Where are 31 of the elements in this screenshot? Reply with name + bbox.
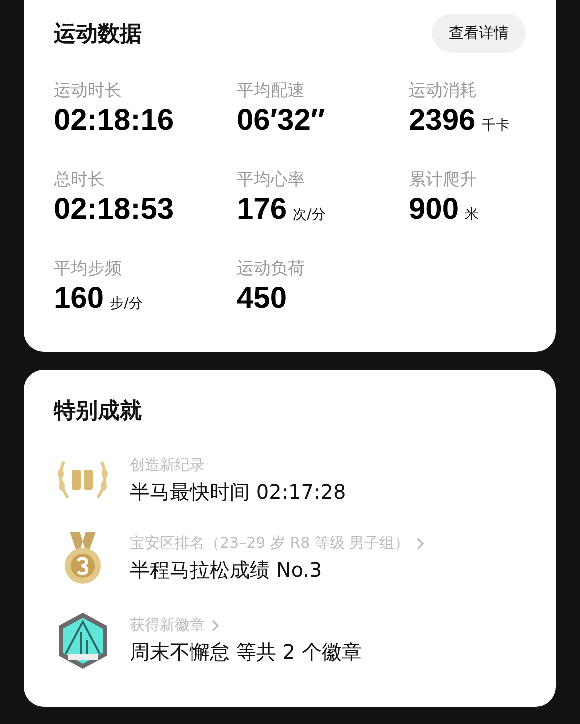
metric-label: 运动负荷	[237, 258, 306, 280]
metric-unit: 次/分	[293, 206, 326, 224]
metric-value: 450	[237, 282, 288, 316]
metric-label: 平均配速	[237, 80, 306, 102]
metric-value: 176	[237, 193, 288, 227]
card-title: 特别成就	[54, 398, 143, 426]
metric-value: 02:18:16	[54, 104, 174, 138]
metric-unit: 千卡	[482, 117, 510, 135]
details-button[interactable]: 查看详情	[432, 14, 526, 53]
metric-label: 平均步频	[54, 258, 123, 280]
metric-value: 02:18:53	[54, 193, 174, 227]
achievement-caption: 创造新纪录	[130, 456, 205, 475]
achievement-text: 半程马拉松成绩 No.3	[130, 557, 324, 584]
achievement-caption[interactable]: 宝安区排名（23–29 岁 R8 等级 男子组）	[130, 534, 410, 553]
card-title: 运动数据	[54, 20, 142, 48]
achievement-caption[interactable]: 获得新徽章	[130, 616, 205, 635]
chevron-right-icon[interactable]	[211, 618, 220, 632]
metric-value: 06′32″	[237, 104, 326, 138]
metric-label: 总时长	[54, 169, 106, 191]
metric-label: 运动消耗	[409, 80, 478, 102]
chevron-right-icon[interactable]	[416, 536, 425, 550]
metric-label: 运动时长	[54, 80, 123, 102]
metric-value: 900	[409, 193, 460, 227]
metric-unit: 米	[465, 206, 480, 224]
achievement-text: 周末不懈怠 等共 2 个徽章	[130, 639, 362, 666]
metric-label: 平均心率	[237, 169, 306, 191]
metric-unit: 步/分	[110, 295, 143, 313]
achievement-text: 半马最快时间 02:17:28	[130, 479, 346, 506]
metric-label: 累计爬升	[409, 169, 478, 191]
metric-value: 160	[54, 282, 104, 316]
metric-value: 2396	[409, 104, 476, 138]
